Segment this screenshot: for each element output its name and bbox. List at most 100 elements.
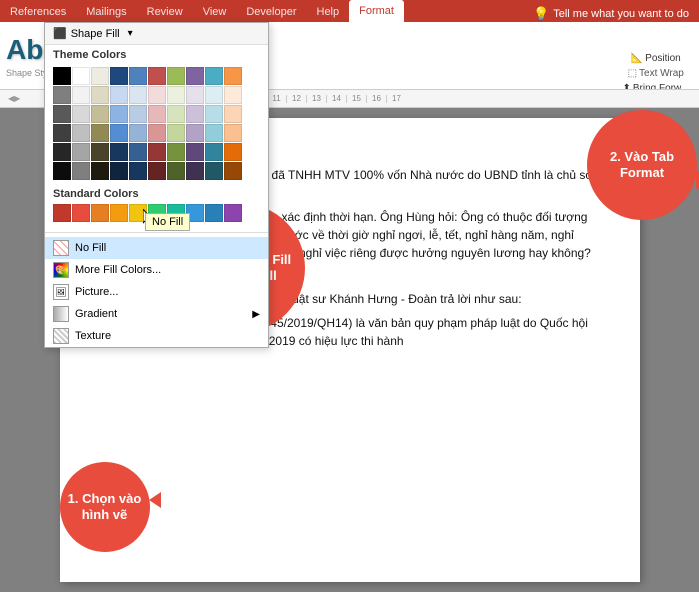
color-cell[interactable] (205, 162, 223, 180)
color-cell[interactable] (53, 86, 71, 104)
color-cell[interactable] (72, 105, 90, 123)
color-cell[interactable] (110, 105, 128, 123)
sf-divider (45, 232, 268, 233)
tell-me-area[interactable]: 💡 Tell me what you want to do (533, 6, 699, 22)
color-cell[interactable] (129, 162, 147, 180)
color-cell[interactable] (224, 67, 242, 85)
color-cell[interactable] (148, 105, 166, 123)
color-cell[interactable] (129, 143, 147, 161)
color-cell[interactable] (110, 86, 128, 104)
no-fill-item[interactable]: No Fill (45, 237, 268, 259)
color-cell[interactable] (110, 204, 128, 222)
color-cell[interactable] (224, 162, 242, 180)
color-cell[interactable] (53, 105, 71, 123)
color-cell[interactable] (224, 86, 242, 104)
color-cell[interactable] (72, 162, 90, 180)
sf-dropdown-arrow[interactable]: ▾ (128, 28, 133, 39)
color-cell[interactable] (148, 124, 166, 142)
color-cell[interactable] (148, 86, 166, 104)
color-cell[interactable] (91, 67, 109, 85)
color-cell[interactable] (186, 162, 204, 180)
ribbon-tabs-row: References Mailings Review View Develope… (0, 0, 699, 22)
tab-developer[interactable]: Developer (236, 2, 306, 22)
color-cell[interactable] (224, 143, 242, 161)
color-cell[interactable] (72, 143, 90, 161)
color-cell[interactable] (53, 162, 71, 180)
ruler-left-margin: ◀▶ (8, 94, 36, 103)
ruler-mark: 11 (266, 95, 286, 103)
color-cell[interactable] (167, 124, 185, 142)
color-cell[interactable] (72, 86, 90, 104)
color-cell[interactable] (91, 124, 109, 142)
bring-forward-button[interactable]: ⬆ Bring Forw... (618, 82, 693, 90)
color-cell[interactable] (167, 105, 185, 123)
color-cell[interactable] (224, 204, 242, 222)
tab-view[interactable]: View (193, 2, 237, 22)
picture-item[interactable]: 🖼 Picture... (45, 281, 268, 303)
wrap-text-label: Text Wrap (639, 68, 684, 79)
bring-fwd-icon: ⬆ (622, 83, 630, 90)
color-cell[interactable] (205, 67, 223, 85)
color-cell[interactable] (224, 124, 242, 142)
more-fill-item[interactable]: 🎨 More Fill Colors... (45, 259, 268, 281)
color-cell[interactable] (110, 124, 128, 142)
color-cell[interactable] (72, 204, 90, 222)
color-cell[interactable] (167, 143, 185, 161)
color-cell[interactable] (91, 162, 109, 180)
callout-1: 1. Chọn vào hình vẽ (60, 462, 150, 552)
color-cell[interactable] (72, 67, 90, 85)
tab-references[interactable]: References (0, 2, 76, 22)
color-cell[interactable] (186, 105, 204, 123)
tab-mailings[interactable]: Mailings (76, 2, 136, 22)
color-cell[interactable] (53, 124, 71, 142)
color-cell[interactable] (129, 86, 147, 104)
color-cell[interactable] (167, 162, 185, 180)
gradient-icon (53, 306, 69, 322)
color-cell[interactable] (167, 67, 185, 85)
color-cell[interactable] (91, 86, 109, 104)
color-cell[interactable] (110, 67, 128, 85)
color-cell[interactable] (205, 143, 223, 161)
position-button[interactable]: 📐 Position (627, 52, 685, 65)
tooltip-text: No Fill (152, 216, 183, 228)
color-cell[interactable] (148, 143, 166, 161)
color-cell[interactable] (186, 143, 204, 161)
no-fill-label: No Fill (75, 242, 106, 254)
color-cell[interactable] (186, 124, 204, 142)
color-cell[interactable] (110, 162, 128, 180)
color-cell[interactable] (91, 143, 109, 161)
color-cell[interactable] (205, 105, 223, 123)
color-cell[interactable] (167, 86, 185, 104)
color-cell[interactable] (53, 204, 71, 222)
color-cell[interactable] (129, 105, 147, 123)
gradient-item[interactable]: Gradient ▶ (45, 303, 268, 325)
color-cell[interactable] (148, 162, 166, 180)
tab-format[interactable]: Format (349, 0, 404, 22)
tab-review[interactable]: Review (137, 2, 193, 22)
color-cell[interactable] (129, 67, 147, 85)
wrap-text-button[interactable]: ⬚ Text Wrap (624, 67, 688, 80)
color-cell[interactable] (186, 86, 204, 104)
color-cell[interactable] (129, 124, 147, 142)
color-cell[interactable] (110, 143, 128, 161)
color-cell[interactable] (205, 204, 223, 222)
color-cell[interactable] (205, 86, 223, 104)
color-cell[interactable] (53, 143, 71, 161)
color-cell[interactable] (186, 67, 204, 85)
gradient-arrow: ▶ (252, 309, 260, 320)
color-cell[interactable] (72, 124, 90, 142)
color-cell[interactable] (148, 67, 166, 85)
color-cell[interactable] (53, 67, 71, 85)
color-cell[interactable] (91, 204, 109, 222)
texture-item[interactable]: Texture (45, 325, 268, 347)
color-cell[interactable] (224, 105, 242, 123)
standard-colors-title: Standard Colors (45, 184, 268, 202)
sf-fill-icon: ⬛ (53, 27, 67, 40)
ruler-mark: 14 (326, 95, 346, 103)
tab-help[interactable]: Help (307, 2, 350, 22)
bring-fwd-label: Bring Forw... (633, 83, 689, 90)
color-cell[interactable] (91, 105, 109, 123)
color-cell[interactable] (205, 124, 223, 142)
no-fill-icon (53, 240, 69, 256)
texture-label: Texture (75, 330, 111, 342)
